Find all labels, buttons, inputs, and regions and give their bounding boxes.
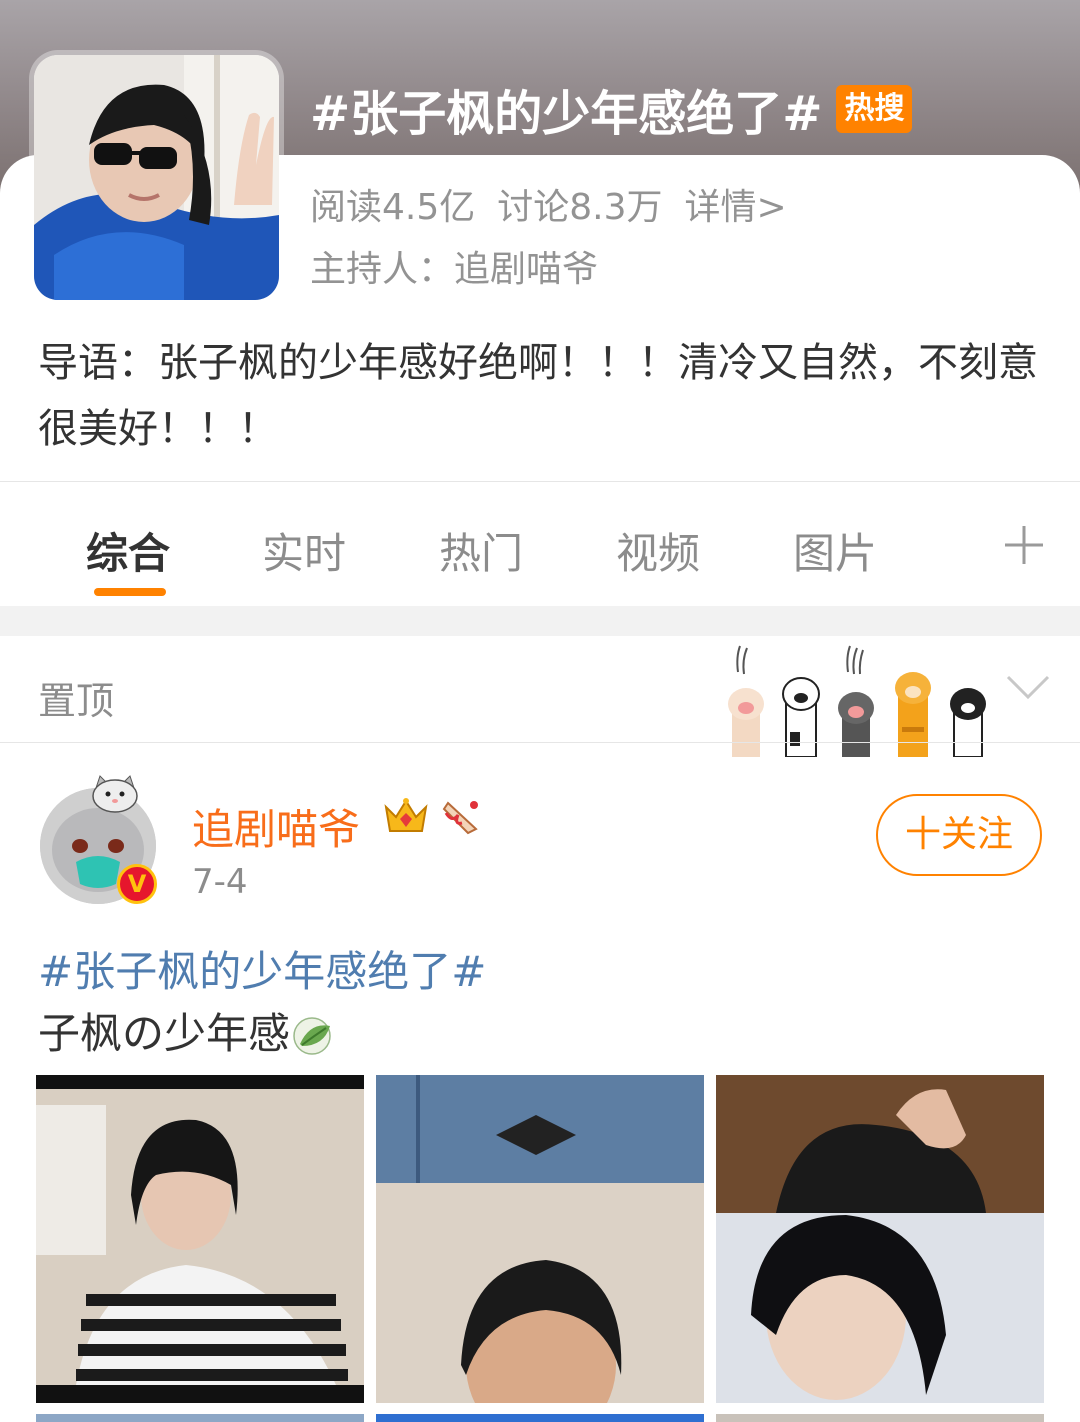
- post-text: 子枫の少年感: [38, 1009, 291, 1058]
- post-photo-2[interactable]: [376, 1075, 704, 1403]
- post-photo-1[interactable]: [36, 1075, 364, 1403]
- divider: [0, 742, 1080, 743]
- cover-photo-illustration: [34, 55, 279, 300]
- follow-button[interactable]: 十关注: [876, 794, 1042, 876]
- topic-intro: 导语：张子枫的少年感好绝啊！！！清冷又自然，不刻意很美好！！！: [38, 340, 1038, 452]
- tab-comprehensive[interactable]: 综合: [86, 520, 170, 581]
- discussion-count: 讨论8.3万: [497, 187, 663, 228]
- cat-face-sticker-icon: [92, 775, 138, 813]
- photo-striped-shirt: [36, 1075, 364, 1403]
- post-username[interactable]: 追剧喵爷: [192, 796, 360, 857]
- tab-pictures[interactable]: 图片: [793, 520, 877, 581]
- feed-tabs: 综合 实时 热门 视频 图片: [0, 482, 1080, 606]
- post-hashtag[interactable]: #张子枫的少年感绝了#: [38, 938, 486, 999]
- topic-cover-image[interactable]: [34, 55, 279, 300]
- section-gap: [0, 606, 1080, 636]
- chevron-down-icon[interactable]: [1005, 672, 1051, 702]
- topic-title-row: #张子枫的少年感绝了# 热搜: [310, 74, 913, 144]
- post-date: 7-4: [192, 862, 248, 902]
- topic-title: #张子枫的少年感绝了#: [310, 86, 823, 142]
- crown-icon[interactable]: [382, 795, 430, 837]
- post-text-row: 子枫の少年感: [38, 1000, 336, 1061]
- post-photo-5-partial[interactable]: [376, 1414, 704, 1422]
- read-count: 阅读4.5亿: [310, 187, 476, 228]
- cat-paws-sticker-icon: [728, 645, 986, 757]
- tab-video[interactable]: 视频: [616, 520, 700, 581]
- verified-badge: V: [117, 864, 157, 904]
- post-photo-6-partial[interactable]: [716, 1414, 1044, 1422]
- topic-host[interactable]: 主持人：追剧喵爷: [310, 240, 598, 292]
- post-photo-4-partial[interactable]: [36, 1414, 364, 1422]
- photo-black-hoodie: [716, 1075, 1044, 1403]
- tab-hot[interactable]: 热门: [439, 520, 523, 581]
- photo-denim-prada: [376, 1075, 704, 1403]
- party-horn-icon[interactable]: [438, 795, 484, 837]
- active-tab-indicator: [94, 588, 166, 596]
- add-tab-plus-icon[interactable]: [1003, 524, 1045, 566]
- tab-realtime[interactable]: 实时: [262, 520, 346, 581]
- post-photo-3[interactable]: [716, 1075, 1044, 1403]
- hot-search-badge: 热搜: [836, 85, 913, 133]
- details-link[interactable]: 详情>: [685, 187, 787, 228]
- pinned-label: 置顶: [38, 679, 115, 723]
- leaf-emoji-icon: [293, 1017, 331, 1055]
- topic-stats: 阅读4.5亿 讨论8.3万 详情>: [310, 178, 809, 230]
